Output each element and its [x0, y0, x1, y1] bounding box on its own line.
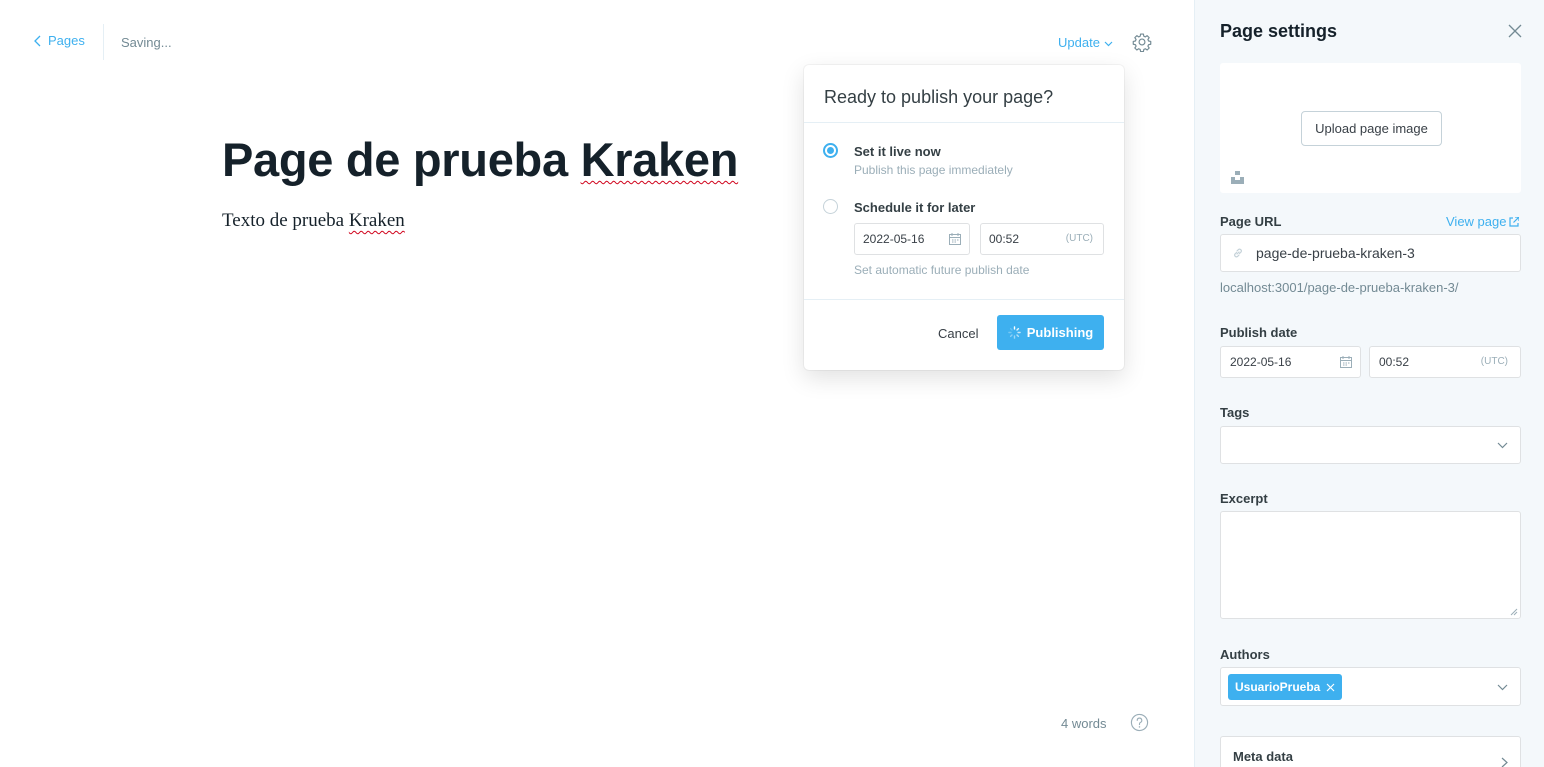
- view-page-label: View page: [1446, 214, 1507, 229]
- option-later-description: Set automatic future publish date: [854, 263, 1030, 277]
- publish-button[interactable]: Publishing: [997, 315, 1104, 350]
- body-misspelled-word: Kraken: [348, 210, 405, 231]
- page-url-value: page-de-prueba-kraken-3: [1256, 245, 1415, 261]
- publish-timezone: (UTC): [1480, 356, 1508, 367]
- publish-time-input[interactable]: 00:52 (UTC): [1369, 346, 1521, 378]
- authors-select[interactable]: UsuarioPrueba: [1220, 667, 1521, 706]
- publish-popover: Ready to publish your page? Set it live …: [804, 65, 1124, 370]
- publish-date-label: Publish date: [1220, 325, 1298, 340]
- help-icon[interactable]: [1130, 713, 1149, 732]
- page-image-uploader: Upload page image: [1220, 63, 1521, 193]
- schedule-time-input[interactable]: 00:52 (UTC): [980, 223, 1104, 255]
- external-link-icon: [1509, 216, 1520, 227]
- save-status: Saving...: [121, 35, 172, 50]
- page-url-input[interactable]: page-de-prueba-kraken-3: [1220, 234, 1521, 272]
- back-link-label: Pages: [48, 33, 85, 48]
- calendar-icon: [1340, 356, 1352, 368]
- title-misspelled-word: Kraken: [580, 133, 739, 186]
- chevron-down-icon: [1104, 41, 1113, 46]
- chevron-right-icon: [1501, 757, 1508, 767]
- schedule-date-value: 2022-05-16: [863, 232, 925, 246]
- chevron-left-icon: [34, 35, 41, 46]
- page-body[interactable]: Texto de prueba Kraken: [222, 210, 405, 232]
- update-button[interactable]: Update: [1058, 35, 1113, 50]
- publish-button-label: Publishing: [1026, 325, 1094, 340]
- upload-page-image-button[interactable]: Upload page image: [1301, 111, 1442, 146]
- schedule-timezone: (UTC): [1065, 233, 1093, 244]
- page-title[interactable]: Page de prueba Kraken: [222, 132, 738, 187]
- excerpt-label: Excerpt: [1220, 491, 1268, 506]
- chevron-down-icon: [1497, 684, 1508, 691]
- word-count: 4 words: [1061, 716, 1107, 731]
- author-tag: UsuarioPrueba: [1228, 674, 1343, 700]
- publish-date-value: 2022-05-16: [1230, 355, 1292, 369]
- divider: [804, 299, 1124, 300]
- option-later-label[interactable]: Schedule it for later: [854, 200, 975, 215]
- meta-data-section[interactable]: Meta data: [1220, 736, 1521, 767]
- link-icon: [1234, 248, 1242, 258]
- page-url-label: Page URL: [1220, 214, 1282, 229]
- nav-divider: [103, 24, 104, 60]
- publish-popover-title: Ready to publish your page?: [824, 87, 1054, 107]
- page-url-preview: localhost:3001/page-de-prueba-kraken-3/: [1220, 280, 1459, 295]
- unsplash-icon[interactable]: [1231, 171, 1244, 184]
- editor-area: Pages Saving... Update Page de prueba Kr…: [0, 0, 1194, 767]
- view-page-link[interactable]: View page: [1446, 214, 1520, 229]
- divider: [804, 122, 1124, 123]
- publish-date-input[interactable]: 2022-05-16: [1220, 346, 1361, 378]
- schedule-date-input[interactable]: 2022-05-16: [854, 223, 970, 255]
- gear-icon[interactable]: [1132, 32, 1152, 52]
- tags-label: Tags: [1220, 405, 1250, 420]
- close-icon[interactable]: [1508, 24, 1522, 38]
- option-now-description: Publish this page immediately: [854, 163, 1013, 177]
- publish-time-value: 00:52: [1379, 355, 1410, 369]
- panel-title: Page settings: [1220, 21, 1338, 41]
- radio-schedule-later[interactable]: [823, 199, 838, 214]
- option-now-label[interactable]: Set it live now: [854, 144, 941, 159]
- cancel-button[interactable]: Cancel: [938, 326, 978, 341]
- resize-handle-icon[interactable]: [1510, 608, 1518, 616]
- update-label: Update: [1058, 35, 1100, 50]
- schedule-time-value: 00:52: [989, 232, 1020, 246]
- chevron-down-icon: [1497, 442, 1508, 449]
- meta-data-label: Meta data: [1233, 749, 1293, 764]
- excerpt-textarea[interactable]: [1220, 511, 1521, 619]
- author-name: UsuarioPrueba: [1235, 680, 1321, 694]
- title-text: Page de prueba: [222, 133, 581, 186]
- authors-label: Authors: [1220, 647, 1270, 662]
- body-text: Texto de prueba: [222, 210, 349, 231]
- calendar-icon: [949, 233, 961, 245]
- radio-set-live-now[interactable]: [823, 143, 838, 158]
- remove-author-icon[interactable]: [1326, 683, 1335, 692]
- page-settings-panel: Page settings Upload page image Page URL…: [1194, 0, 1544, 767]
- spinner-icon: [1007, 326, 1021, 339]
- tags-select[interactable]: [1220, 426, 1521, 464]
- back-to-pages-link[interactable]: Pages: [33, 33, 85, 48]
